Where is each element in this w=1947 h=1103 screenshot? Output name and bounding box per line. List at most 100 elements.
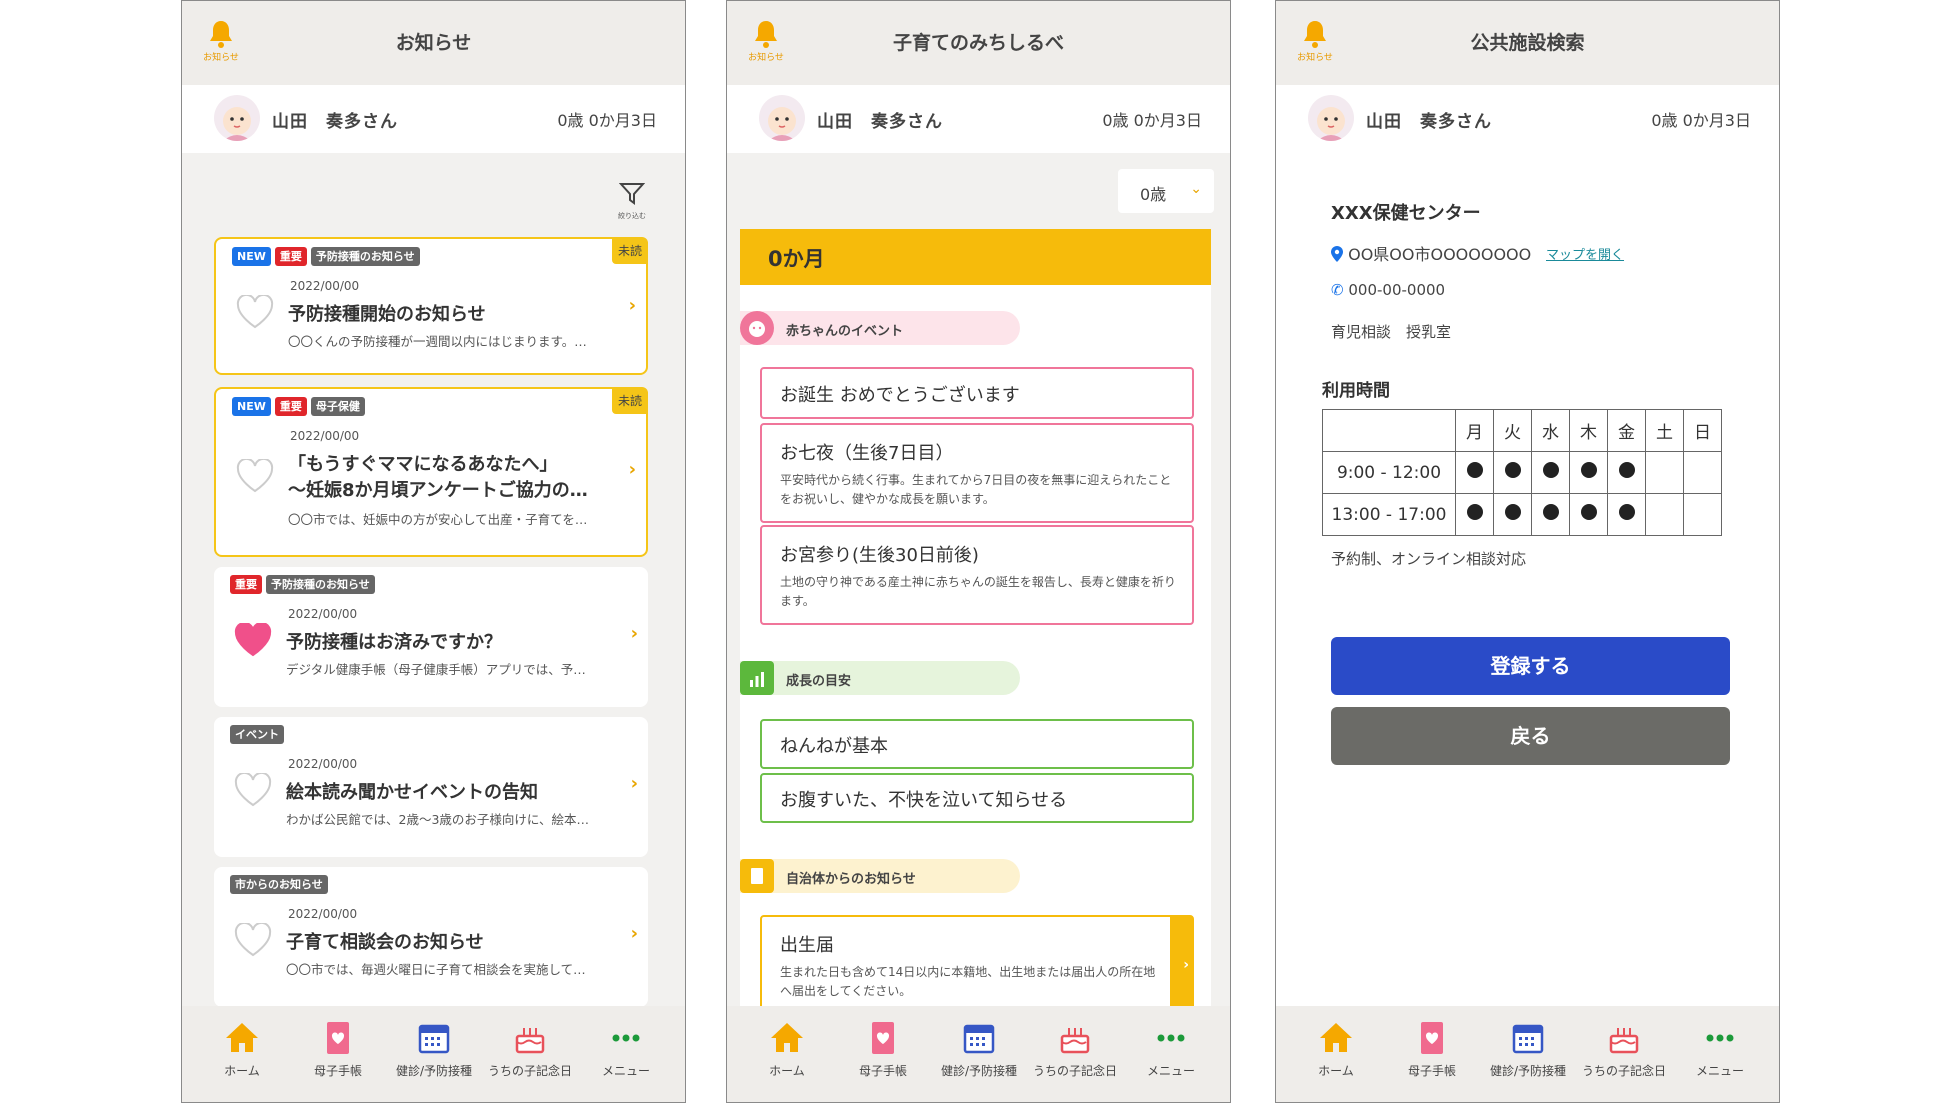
nav-item-anniversary[interactable]: うちの子記念日	[1027, 1018, 1123, 1079]
header: お知らせ お知らせ	[182, 1, 685, 85]
growth-item[interactable]: ねんねが基本	[760, 719, 1194, 769]
nav-label: ホーム	[769, 1064, 805, 1078]
age-select[interactable]: 0歳 ⌄	[1118, 169, 1214, 213]
page-title: 子育てのみちしるべ	[892, 32, 1064, 54]
notice-excerpt: 〇〇市では、妊娠中の方が安心して出産・子育てを…	[288, 512, 588, 527]
day-header: 木	[1569, 409, 1608, 452]
month-label: 0か月	[768, 247, 825, 271]
user-age: 0歳 0か月3日	[1102, 111, 1202, 130]
nav-item-anniversary[interactable]: うちの子記念日	[482, 1018, 578, 1079]
city-notice-card[interactable]: 出生届 生まれた日も含めて14日以内に本籍地、出生地または届出人の所在地へ届出を…	[760, 915, 1194, 1015]
empty-cell	[1322, 409, 1456, 452]
heart-outline-icon[interactable]	[234, 773, 272, 807]
nav-item-checkup[interactable]: 健診/予防接種	[931, 1018, 1027, 1079]
event-birthday[interactable]: お誕生 おめでとうございます	[760, 367, 1194, 419]
nav-label: うちの子記念日	[1581, 1064, 1666, 1078]
available-dot	[1618, 504, 1635, 520]
notice-title: 子育て相談会のお知らせ	[286, 932, 484, 953]
address-text: OO県OO市OOOOOOOO	[1348, 245, 1532, 264]
nav-label: 健診/予防接種	[1489, 1064, 1567, 1078]
chevron-right-icon: ›	[1183, 957, 1189, 973]
chevron-right-icon: ›	[628, 459, 636, 480]
filter-icon	[618, 183, 646, 205]
bottom-nav: ホーム 母子手帳 健診/予防接種 うちの子記念日 メニュー	[182, 1006, 685, 1102]
more-dots-icon	[612, 1034, 640, 1042]
nav-item-checkup[interactable]: 健診/予防接種	[386, 1018, 482, 1079]
available-dot	[1466, 504, 1483, 520]
bottom-nav: ホーム 母子手帳 健診/予防接種 うちの子記念日 メニュー	[727, 1006, 1230, 1102]
availability-cell	[1683, 451, 1722, 494]
growth-text: お腹すいた、不快を泣いて知らせる	[780, 790, 1068, 811]
heart-outline-icon[interactable]	[234, 923, 272, 957]
tag-badge: 母子保健	[310, 397, 365, 417]
notice-title: 「もうすぐママになるあなたへ」	[288, 454, 558, 475]
notice-title: 出生届	[780, 935, 834, 956]
age-select-value: 0歳	[1140, 185, 1167, 204]
nav-item-menu[interactable]: メニュー	[578, 1018, 674, 1079]
nav-item-home[interactable]: ホーム	[739, 1018, 835, 1079]
notice-card[interactable]: イベント 2022/00/00 絵本読み聞かせイベントの告知 わかば公民館では、2歳～…	[214, 717, 648, 857]
bottom-nav: ホーム 母子手帳 健診/予防接種 うちの子記念日 メニュー	[1276, 1006, 1779, 1102]
nav-item-checkup[interactable]: 健診/予防接種	[1480, 1018, 1576, 1079]
heart-filled-icon[interactable]	[234, 623, 272, 657]
nav-item-handbook[interactable]: 母子手帳	[290, 1018, 386, 1079]
notice-date: 2022/00/00	[288, 607, 358, 621]
home-icon	[771, 1023, 803, 1052]
nav-item-home[interactable]: ホーム	[194, 1018, 290, 1079]
notice-date: 2022/00/00	[290, 429, 360, 443]
nav-item-handbook[interactable]: 母子手帳	[835, 1018, 931, 1079]
nav-label: メニュー	[1146, 1064, 1195, 1078]
notice-title: 絵本読み聞かせイベントの告知	[286, 782, 538, 803]
home-icon	[1320, 1023, 1352, 1052]
notice-card[interactable]: NEW 重要 予防接種のお知らせ 未読 2022/00/00 予防接種開始のお知らせ 〇〇く…	[214, 237, 648, 375]
notice-excerpt: わかば公民館では、2歳～3歳のお子様向けに、絵本…	[286, 812, 590, 827]
page-title: お知らせ	[395, 32, 472, 54]
more-dots-icon	[1706, 1034, 1734, 1042]
month-header: 0か月	[740, 229, 1211, 285]
user-bar: 山田 奏多さん 0歳 0か月3日	[182, 85, 685, 153]
heart-outline-icon[interactable]	[236, 295, 274, 329]
nav-label: メニュー	[1695, 1064, 1744, 1078]
user-bar: 山田 奏多さん 0歳 0か月3日	[727, 85, 1230, 153]
section-label: 成長の目安	[786, 674, 852, 689]
filter-button[interactable]: 絞り込む	[612, 181, 652, 221]
growth-item[interactable]: お腹すいた、不快を泣いて知らせる	[760, 773, 1194, 823]
notices-screen: お知らせ お知らせ 山田 奏多さん 0歳 0か月3日 絞り込む NEW 重要 予防接…	[181, 0, 686, 1103]
event-omiyamairi[interactable]: お宮参り(生後30日前後) 土地の守り神である産土神に赤ちゃんの誕生を報告し、長…	[760, 525, 1194, 625]
nav-item-menu[interactable]: メニュー	[1123, 1018, 1219, 1079]
availability-cell	[1683, 493, 1722, 536]
event-oshichiya[interactable]: お七夜（生後7日目） 平安時代から続く行事。生まれてから7日目の夜を無事に迎えら…	[760, 423, 1194, 523]
hours-header-row: 月火水木金土日	[1322, 409, 1722, 452]
open-map-link[interactable]: マップを開く	[1546, 244, 1624, 263]
calendar-icon	[418, 1024, 450, 1054]
calendar-icon	[963, 1024, 995, 1054]
section-label: 赤ちゃんのイベント	[786, 324, 904, 339]
notice-card[interactable]: 重要 予防接種のお知らせ 2022/00/00 予防接種はお済みですか？ デジタル健康手…	[214, 567, 648, 707]
filter-label: 絞り込む	[618, 212, 646, 220]
day-header: 水	[1531, 409, 1570, 452]
nav-item-menu[interactable]: メニュー	[1672, 1018, 1768, 1079]
availability-cell	[1645, 451, 1684, 494]
hours-table: 月火水木金土日 9:00 - 12:00 13:00 - 17:00	[1322, 409, 1722, 536]
nav-item-anniversary[interactable]: うちの子記念日	[1576, 1018, 1672, 1079]
day-header: 金	[1607, 409, 1646, 452]
nav-label: 母子手帳	[858, 1064, 907, 1078]
nav-item-home[interactable]: ホーム	[1288, 1018, 1384, 1079]
tag-list: イベント	[230, 725, 284, 745]
mother-child-handbook-icon	[872, 1022, 894, 1054]
tel-text[interactable]: 000-00-0000	[1348, 281, 1445, 299]
tag-badge: 予防接種のお知らせ	[266, 575, 375, 595]
notice-card[interactable]: 市からのお知らせ 2022/00/00 子育て相談会のお知らせ 〇〇市では、毎週火曜日…	[214, 867, 648, 1007]
availability-cell	[1607, 493, 1646, 536]
heart-outline-icon[interactable]	[236, 459, 274, 493]
notice-title: 予防接種開始のお知らせ	[288, 304, 486, 325]
register-button[interactable]: 登録する	[1331, 637, 1730, 695]
availability-cell	[1645, 493, 1684, 536]
notice-excerpt: デジタル健康手帳（母子健康手帳）アプリでは、予…	[286, 662, 586, 677]
notice-card[interactable]: NEW 重要 母子保健 未読 2022/00/00 「もうすぐママになるあなたへ」 ～妊娠8…	[214, 387, 648, 557]
birthday-cake-icon	[515, 1028, 545, 1054]
user-name: 山田 奏多さん	[817, 112, 943, 132]
hours-row: 13:00 - 17:00	[1322, 493, 1722, 536]
back-button[interactable]: 戻る	[1331, 707, 1730, 765]
nav-item-handbook[interactable]: 母子手帳	[1384, 1018, 1480, 1079]
